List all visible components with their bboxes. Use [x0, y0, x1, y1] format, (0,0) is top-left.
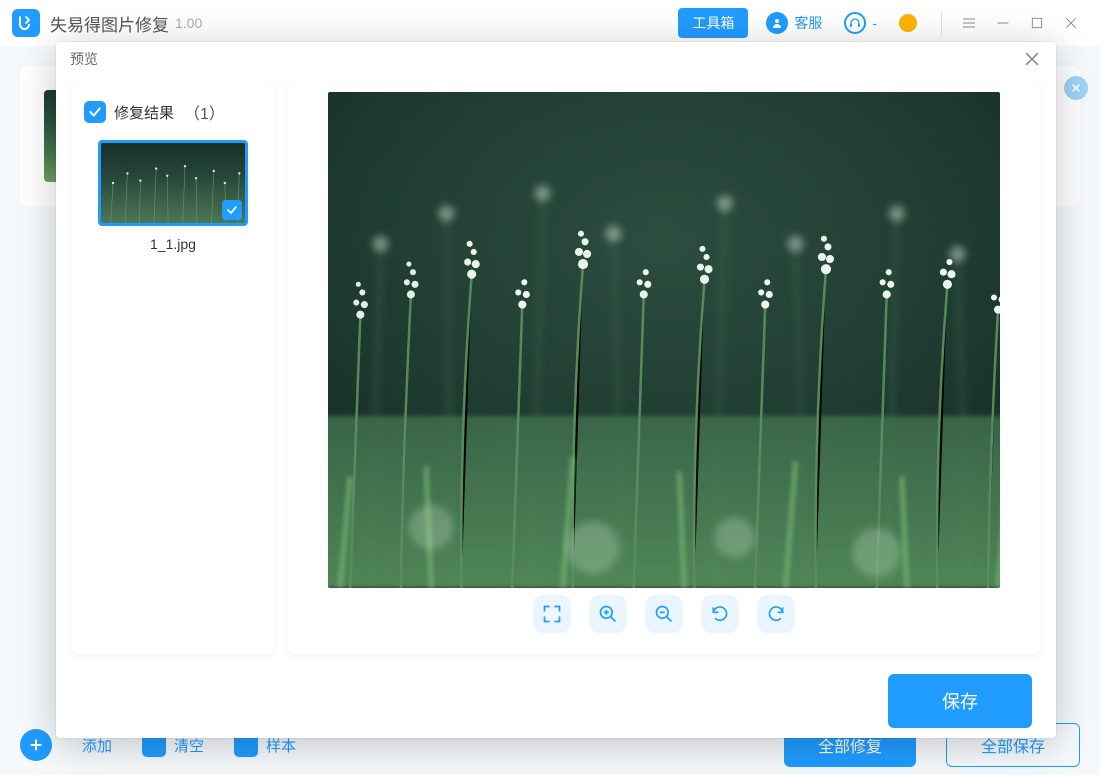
toolbox-button[interactable]: 工具箱: [678, 8, 748, 38]
zoom-in-button[interactable]: [589, 595, 627, 633]
zoom-out-button[interactable]: [645, 595, 683, 633]
notifications-label: -: [872, 15, 877, 31]
warning-badge-icon[interactable]: [899, 14, 917, 32]
thumbnail-filename: 1_1.jpg: [98, 236, 248, 252]
modal-close-button[interactable]: [1022, 49, 1042, 69]
title-bar: 失易得图片修复 1.00 工具箱 客服 -: [0, 0, 1100, 46]
support-label: 客服: [794, 13, 822, 33]
select-all-checkbox[interactable]: [84, 101, 106, 123]
modal-title: 预览: [70, 49, 98, 69]
app-version: 1.00: [175, 15, 202, 31]
preview-image[interactable]: [328, 92, 1000, 588]
preview-panel: [288, 82, 1040, 654]
notifications-button[interactable]: -: [844, 12, 877, 34]
results-count: （1）: [184, 100, 225, 124]
headset-icon: [844, 12, 866, 34]
app-logo: [12, 9, 40, 37]
remove-card-button[interactable]: [1064, 76, 1088, 100]
app-title: 失易得图片修复: [50, 11, 169, 36]
rotate-right-button[interactable]: [757, 595, 795, 633]
save-button[interactable]: 保存: [888, 674, 1032, 728]
modal-footer: 保存: [56, 664, 1056, 738]
close-button[interactable]: [1054, 8, 1088, 38]
maximize-button[interactable]: [1020, 8, 1054, 38]
modal-header: 预览: [56, 42, 1056, 76]
result-thumbnail-item[interactable]: 1_1.jpg: [98, 140, 248, 252]
divider: [941, 11, 942, 35]
preview-toolbar: [328, 588, 1000, 640]
support-icon: [766, 12, 788, 34]
preview-modal: 预览 修复结果 （1）: [56, 42, 1056, 738]
minimize-button[interactable]: [986, 8, 1020, 38]
thumbnail-checked-icon: [222, 200, 242, 220]
thumbnail-image[interactable]: [98, 140, 248, 226]
fullscreen-button[interactable]: [533, 595, 571, 633]
rotate-left-button[interactable]: [701, 595, 739, 633]
results-label: 修复结果: [114, 102, 174, 123]
support-button[interactable]: 客服: [766, 12, 822, 34]
results-sidebar: 修复结果 （1）: [72, 82, 274, 654]
menu-button[interactable]: [952, 8, 986, 38]
results-header[interactable]: 修复结果 （1）: [84, 100, 262, 124]
add-circle-button[interactable]: [20, 729, 52, 761]
